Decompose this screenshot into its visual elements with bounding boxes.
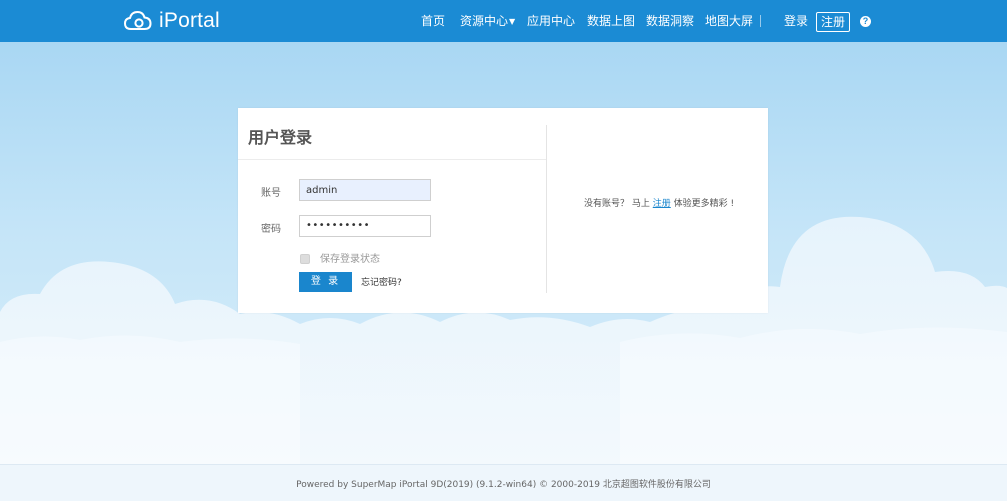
nav-apps[interactable]: 应用中心 — [527, 13, 575, 29]
remember-checkbox[interactable] — [300, 254, 310, 264]
register-button[interactable]: 注册 — [816, 12, 850, 32]
footer-copyright: Powered by SuperMap iPortal 9D(2019) (9.… — [296, 480, 711, 490]
password-input[interactable]: •••••••••• — [299, 215, 431, 237]
remember-label[interactable]: 保存登录状态 — [320, 250, 380, 265]
nav-divider — [760, 15, 761, 27]
register-prompt: 没有账号？ 马上 注册 体验更多精彩 ! — [584, 196, 734, 209]
vertical-divider — [546, 125, 547, 293]
footer: Powered by SuperMap iPortal 9D(2019) (9.… — [0, 464, 1007, 501]
forgot-password-link[interactable]: 忘记密码? — [361, 275, 402, 288]
nav-insights[interactable]: 数据洞察 — [646, 13, 694, 29]
login-button[interactable]: 登 录 — [299, 272, 352, 292]
login-card: 用户登录 账号 密码 •••••••••• 保存登录状态 登 录 忘记密码? 没… — [238, 108, 768, 313]
no-account-text: 没有账号？ 马上 — [584, 199, 650, 209]
nav-resources-label: 资源中心 — [460, 14, 509, 28]
top-navbar: iPortal 首页 资源中心▼ 应用中心 数据上图 数据洞察 地图大屏 登录 … — [0, 0, 1007, 42]
nav-bigscreen[interactable]: 地图大屏 — [705, 13, 753, 29]
login-title: 用户登录 — [248, 128, 313, 147]
account-input[interactable] — [299, 179, 431, 201]
nav-upload[interactable]: 数据上图 — [587, 13, 635, 29]
main-nav: 首页 资源中心▼ 应用中心 数据上图 数据洞察 地图大屏 登录 注册 ? — [0, 0, 1007, 42]
title-divider — [238, 159, 546, 160]
nav-home[interactable]: 首页 — [421, 13, 445, 29]
register-link[interactable]: 注册 — [653, 199, 671, 209]
help-icon[interactable]: ? — [860, 16, 871, 27]
login-link[interactable]: 登录 — [784, 13, 808, 29]
account-label: 账号 — [261, 188, 281, 199]
caret-down-icon: ▼ — [509, 17, 516, 26]
password-label: 密码 — [261, 224, 281, 235]
experience-text: 体验更多精彩 ! — [673, 199, 735, 209]
nav-resources[interactable]: 资源中心▼ — [460, 13, 515, 30]
